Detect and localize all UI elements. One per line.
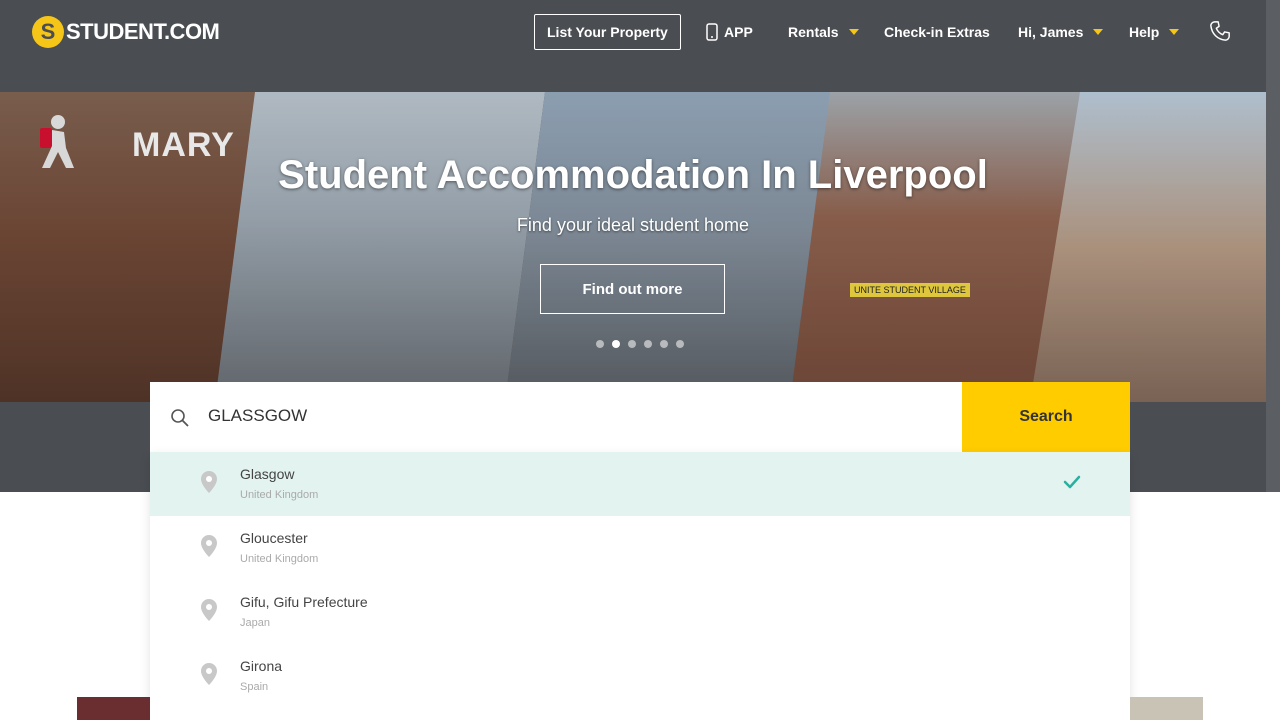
list-your-property-label: List Your Property — [547, 24, 668, 40]
phone-contact-icon[interactable] — [1209, 20, 1231, 42]
suggestion-country: Spain — [240, 681, 269, 693]
suggestion-item-gloucester[interactable]: Gloucester United Kingdom — [150, 516, 1130, 580]
chevron-down-icon — [1169, 29, 1180, 35]
app-link[interactable]: APP — [706, 23, 753, 41]
suggestion-name: Gifu, Gifu Prefecture — [240, 594, 368, 610]
suggestion-name: Gloucester — [240, 530, 308, 546]
site-header: S STUDENT.COM List Your Property APP Ren… — [0, 0, 1280, 64]
suggestion-item-girona[interactable]: Girona Spain — [150, 644, 1130, 708]
checkin-extras-label: Check-in Extras — [884, 24, 990, 40]
help-label: Help — [1129, 24, 1160, 40]
search-bar: Search — [150, 382, 1130, 452]
village-sign: UNITE STUDENT VILLAGE — [850, 283, 970, 297]
search-input[interactable] — [208, 406, 908, 426]
find-out-more-button[interactable]: Find out more — [540, 264, 725, 314]
hero-subtitle: Find your ideal student home — [516, 215, 750, 235]
checkmark-icon — [1062, 472, 1082, 497]
rentals-menu[interactable]: Rentals — [788, 24, 859, 40]
suggestion-item-glasgow[interactable]: Glasgow United Kingdom — [150, 452, 1130, 516]
carousel-dot-active[interactable] — [612, 340, 620, 348]
location-pin-icon — [200, 534, 218, 563]
search-button[interactable]: Search — [962, 382, 1130, 452]
carousel-dot[interactable] — [596, 340, 604, 348]
suggestion-item-gifu[interactable]: Gifu, Gifu Prefecture Japan — [150, 580, 1130, 644]
chevron-down-icon — [848, 29, 859, 35]
suggestion-name: Glasgow — [240, 466, 295, 482]
search-icon — [170, 408, 190, 433]
suggestion-country: United Kingdom — [240, 553, 319, 565]
suggestion-name: Girona — [240, 658, 283, 674]
suggestion-country: Japan — [240, 617, 270, 629]
checkin-extras-link[interactable]: Check-in Extras — [884, 24, 990, 40]
hero-title: Student Accommodation In Liverpool — [278, 153, 988, 197]
content-thumbnail — [1130, 697, 1203, 720]
location-pin-icon — [200, 662, 218, 691]
carousel-dots — [596, 340, 684, 348]
search-suggestions-dropdown: Glasgow United Kingdom Gloucester United… — [150, 452, 1130, 720]
carousel-dot[interactable] — [676, 340, 684, 348]
location-pin-icon — [200, 470, 218, 499]
carousel-dot[interactable] — [644, 340, 652, 348]
list-your-property-button[interactable]: List Your Property — [534, 14, 681, 50]
carousel-dot[interactable] — [628, 340, 636, 348]
carousel-dot[interactable] — [660, 340, 668, 348]
scrollbar[interactable] — [1266, 0, 1280, 492]
rentals-label: Rentals — [788, 24, 839, 40]
logo-s-icon: S — [32, 16, 64, 48]
help-menu[interactable]: Help — [1129, 24, 1180, 40]
logo-text: STUDENT.COM — [66, 19, 220, 44]
content-thumbnail — [77, 697, 150, 720]
app-label: APP — [724, 24, 753, 40]
phone-device-icon — [706, 23, 718, 41]
user-greeting: Hi, James — [1018, 24, 1084, 40]
suggestion-country: United Kingdom — [240, 489, 319, 501]
location-pin-icon — [200, 598, 218, 627]
site-logo[interactable]: S STUDENT.COM — [32, 16, 220, 48]
user-menu[interactable]: Hi, James — [1018, 24, 1104, 40]
chevron-down-icon — [1093, 29, 1104, 35]
